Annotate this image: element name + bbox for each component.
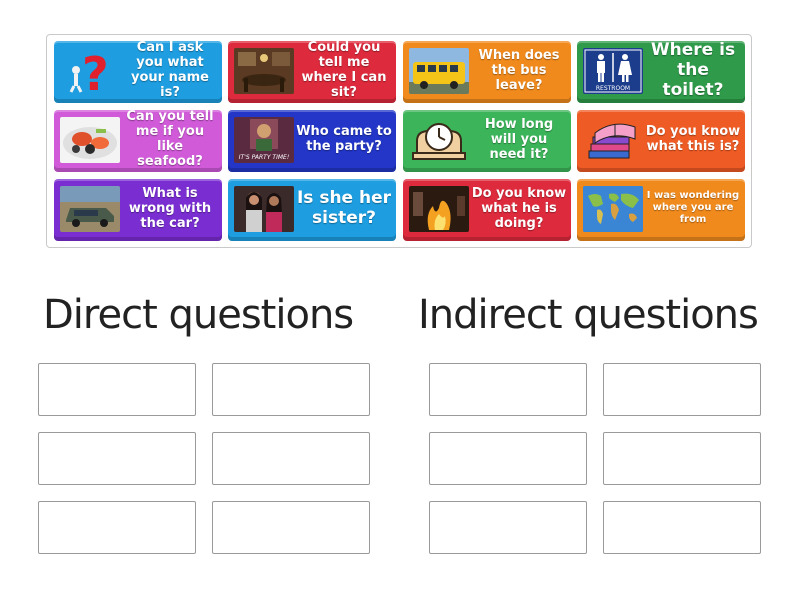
dining-room-photo	[234, 48, 294, 94]
card-how-long[interactable]: How long will you need it?	[403, 110, 571, 172]
car-photo	[60, 186, 120, 232]
direct-questions-heading: Direct questions	[43, 292, 354, 338]
card-label: How long will you need it?	[484, 116, 554, 162]
card-label: Can I ask you what your name is?	[131, 41, 209, 100]
direct-slot[interactable]	[38, 363, 196, 416]
card-toilet[interactable]: RESTROOM Where is the toilet?	[577, 41, 745, 103]
direct-slot[interactable]	[38, 501, 196, 554]
restroom-label: RESTROOM	[596, 85, 630, 92]
direct-slot[interactable]	[212, 501, 370, 554]
indirect-slot[interactable]	[429, 363, 587, 416]
card-from[interactable]: I was wondering where you are from	[577, 179, 745, 241]
card-car[interactable]: What is wrong with the car?	[54, 179, 222, 241]
direct-slot[interactable]	[212, 363, 370, 416]
party-caption: IT'S PARTY TIME!	[239, 154, 289, 161]
books-icon	[583, 117, 643, 163]
card-seafood[interactable]: Can you tell me if you like seafood?	[54, 110, 222, 172]
card-label: What is wrong with the car?	[128, 185, 212, 231]
card-label: When does the bus leave?	[478, 47, 560, 93]
party-scene-photo: IT'S PARTY TIME!	[234, 117, 294, 163]
direct-slot[interactable]	[212, 432, 370, 485]
card-label: I was wondering where you are from	[646, 190, 740, 225]
svg-text:?: ?	[82, 48, 109, 94]
card-bus-leave[interactable]: When does the bus leave?	[403, 41, 571, 103]
card-party[interactable]: IT'S PARTY TIME! Who came to the party?	[228, 110, 396, 172]
indirect-slot[interactable]	[603, 363, 761, 416]
restroom-sign-icon: RESTROOM	[583, 48, 643, 94]
card-label: Who came to the party?	[296, 124, 392, 154]
question-mark-icon: ?	[60, 48, 120, 94]
card-label: Could you tell me where I can sit?	[301, 41, 387, 100]
fire-cooking-photo	[409, 186, 469, 232]
direct-slot[interactable]	[38, 432, 196, 485]
school-bus-photo	[409, 48, 469, 94]
indirect-slot[interactable]	[603, 432, 761, 485]
card-sister[interactable]: Is she her sister?	[228, 179, 396, 241]
indirect-slot[interactable]	[429, 432, 587, 485]
card-ask-name[interactable]: ? Can I ask you what your name is?	[54, 41, 222, 103]
card-label: Do you know what he is doing?	[471, 185, 567, 231]
card-label: Can you tell me if you like seafood?	[126, 110, 214, 169]
card-label: Is she her sister?	[296, 188, 392, 228]
card-label: Do you know what this is?	[645, 124, 741, 154]
mantel-clock-icon	[409, 117, 469, 163]
card-this-is[interactable]: Do you know what this is?	[577, 110, 745, 172]
world-map-icon	[583, 186, 643, 232]
indirect-slot[interactable]	[429, 501, 587, 554]
two-women-photo	[234, 186, 294, 232]
indirect-questions-heading: Indirect questions	[418, 292, 759, 338]
card-label: Where is the toilet?	[650, 41, 736, 100]
card-where-sit[interactable]: Could you tell me where I can sit?	[228, 41, 396, 103]
seafood-platter-photo	[60, 117, 120, 163]
indirect-slot[interactable]	[603, 501, 761, 554]
card-doing[interactable]: Do you know what he is doing?	[403, 179, 571, 241]
